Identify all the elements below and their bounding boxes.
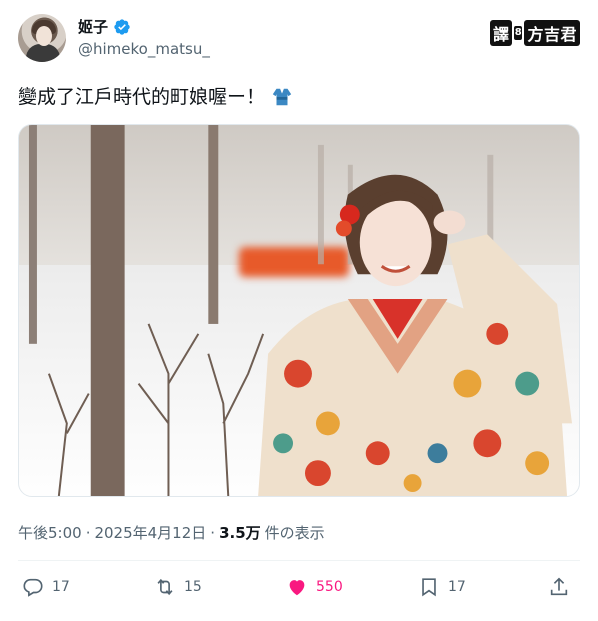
watermark-part1: 譯 [489,20,513,46]
bookmark-icon [422,578,436,597]
bookmark-button[interactable]: 17 [418,576,466,598]
bookmark-count: 17 [448,579,466,595]
action-bar: 17 15 550 17 [18,576,580,608]
watermark: 譯 8 方吉君 [489,20,580,46]
heart-icon [289,580,305,596]
tweet-date[interactable]: 2025年4月12日 [94,522,206,543]
retweet-icon [157,578,173,596]
watermark-part2: 方吉君 [524,20,580,46]
name-row: 姬子 [78,16,131,37]
tweet-meta: 午後5:00 · 2025年4月12日 · 3.5万 件の表示 [18,522,325,543]
like-button[interactable]: 550 [286,576,343,598]
kimono-icon [272,88,292,106]
tweet-text-content: 變成了江戶時代的町娘喔ー！ [18,86,266,108]
meta-separator: · [85,523,91,542]
reply-icon [23,578,43,597]
tweet-text: 變成了江戶時代的町娘喔ー！ [18,86,293,108]
user-handle[interactable]: @himeko_matsu_ [78,40,210,58]
share-button[interactable] [548,576,570,598]
divider [18,560,580,561]
avatar-body [26,44,60,62]
watermark-separator: 8 [514,26,523,40]
views-count: 3.5万 [219,524,261,542]
reply-count: 17 [52,579,70,595]
meta-separator: · [210,523,216,542]
tweet-time[interactable]: 午後5:00 [18,522,82,543]
like-count: 550 [316,579,343,595]
photo-scene [28,125,573,496]
display-name[interactable]: 姬子 [78,16,108,37]
views-label: 件の表示 [264,524,325,542]
verified-badge-icon [114,18,130,35]
share-icon [550,577,568,596]
reply-button[interactable]: 17 [22,576,70,598]
tweet-photo[interactable] [18,124,580,497]
tweet-header: 姬子 @himeko_matsu_ 譯 8 方吉君 [18,14,580,64]
retweet-button[interactable]: 15 [154,576,202,598]
avatar-face [36,26,52,46]
retweet-count: 15 [184,579,202,595]
avatar[interactable] [18,14,66,62]
